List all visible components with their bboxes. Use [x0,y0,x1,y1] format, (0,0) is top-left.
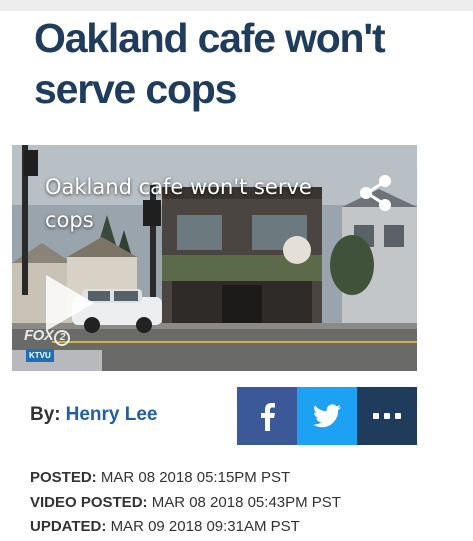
video-posted-value: MAR 08 2018 05:43PM PST [151,494,341,511]
posted-label: POSTED: [30,469,97,486]
updated-label: UPDATED: [30,518,107,535]
video-posted-label: VIDEO POSTED: [30,494,148,511]
more-icon [373,413,401,419]
video-posted-date: VIDEO POSTED: MAR 08 2018 05:43PM PST [30,494,341,511]
top-bar [0,0,473,11]
video-title: Oakland cafe won't serve cops [45,175,312,232]
updated-value: MAR 09 2018 09:31AM PST [110,518,300,535]
ktvu-badge: KTVU [26,349,54,362]
video-player[interactable]: Oakland cafe won't serve cops FOX 2 KTVU [12,145,417,371]
fox-logo: FOX 2 [24,327,71,346]
twitter-icon [313,404,341,428]
author-link[interactable]: Henry Lee [66,404,158,425]
share-icon[interactable] [354,171,398,215]
play-icon[interactable] [42,273,98,333]
facebook-icon [261,403,275,431]
more-share-button[interactable] [357,387,417,445]
twitter-share-button[interactable] [297,387,357,445]
byline: By: Henry Lee [30,404,158,426]
updated-date: UPDATED: MAR 09 2018 09:31AM PST [30,518,300,535]
posted-value: MAR 08 2018 05:15PM PST [100,469,291,486]
facebook-share-button[interactable] [237,387,297,445]
byline-prefix: By: [30,404,61,425]
posted-date: POSTED: MAR 08 2018 05:15PM PST [30,469,290,486]
article-headline: Oakland cafe won't serve cops [34,15,386,112]
